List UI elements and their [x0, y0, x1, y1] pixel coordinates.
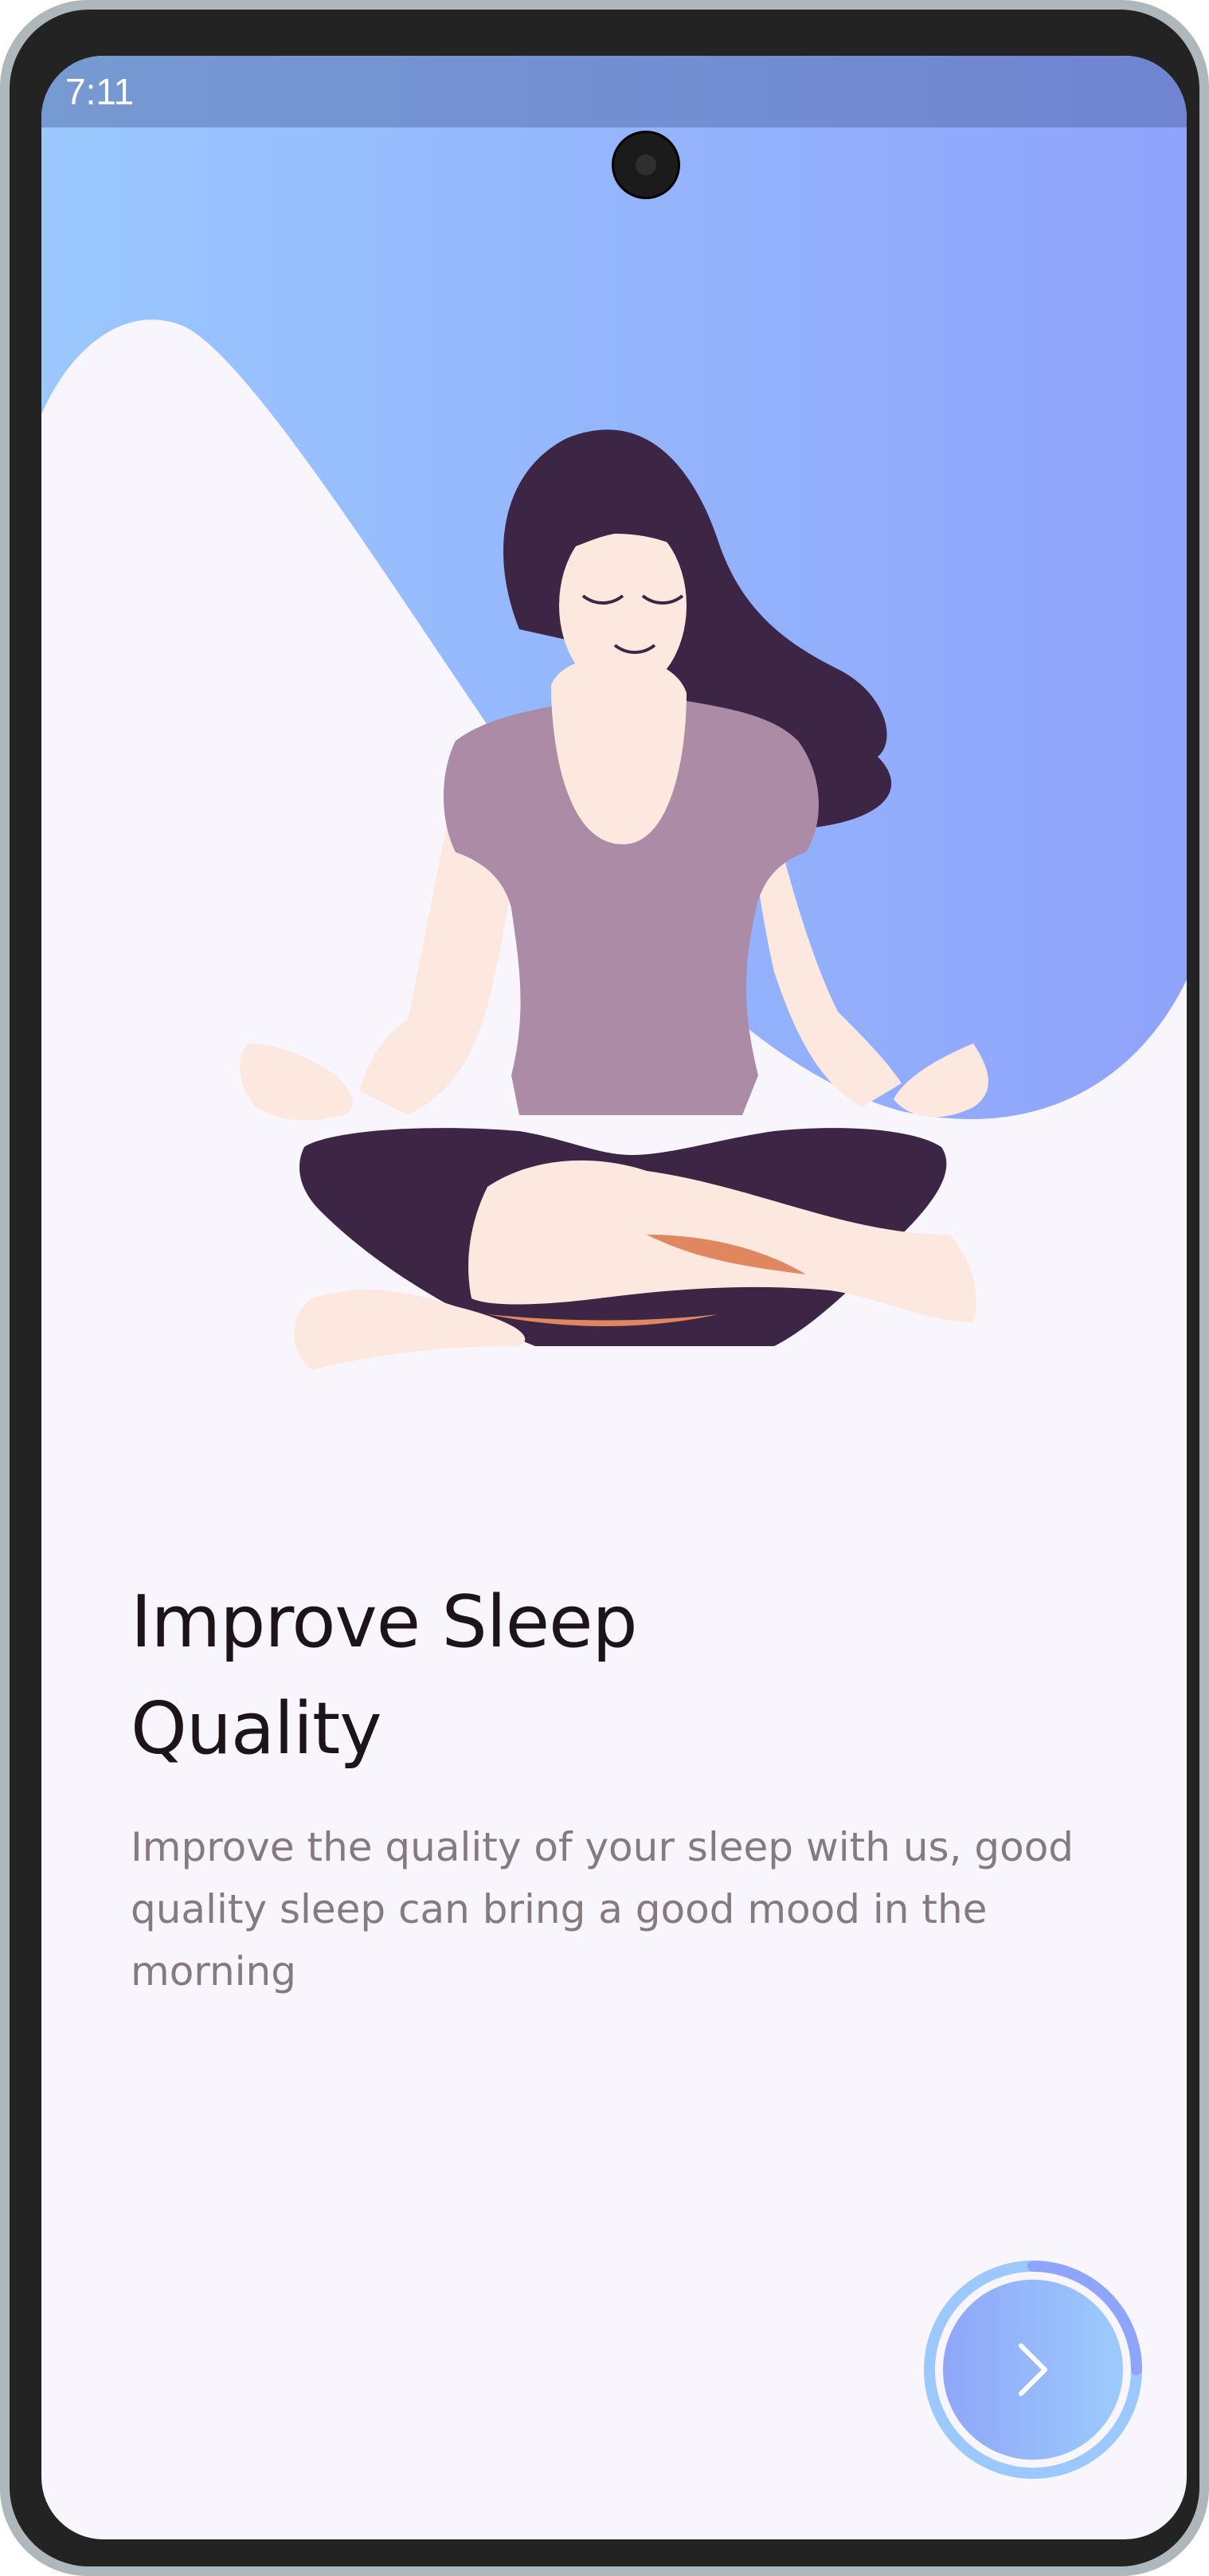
title-line-2: Quality — [131, 1687, 382, 1771]
app-screen: 7:11 Improve Sleep Quality Improve the q… — [41, 56, 1187, 2539]
status-bar: 7:11 — [41, 56, 1187, 127]
onboarding-title: Improve Sleep Quality — [131, 1569, 1007, 1783]
status-time: 7:11 — [65, 71, 135, 112]
chevron-right-icon — [1019, 2343, 1047, 2396]
title-line-1: Improve Sleep — [131, 1580, 638, 1664]
phone-frame: 7:11 Improve Sleep Quality Improve the q… — [10, 10, 1199, 2566]
next-button[interactable] — [943, 2280, 1123, 2460]
hero-illustration — [41, 56, 1187, 1490]
camera-cutout — [612, 131, 680, 199]
phone-device: 7:11 Improve Sleep Quality Improve the q… — [0, 0, 1209, 2576]
next-button-wrapper — [918, 2254, 1148, 2485]
onboarding-description: Improve the quality of your sleep with u… — [131, 1824, 1074, 1995]
